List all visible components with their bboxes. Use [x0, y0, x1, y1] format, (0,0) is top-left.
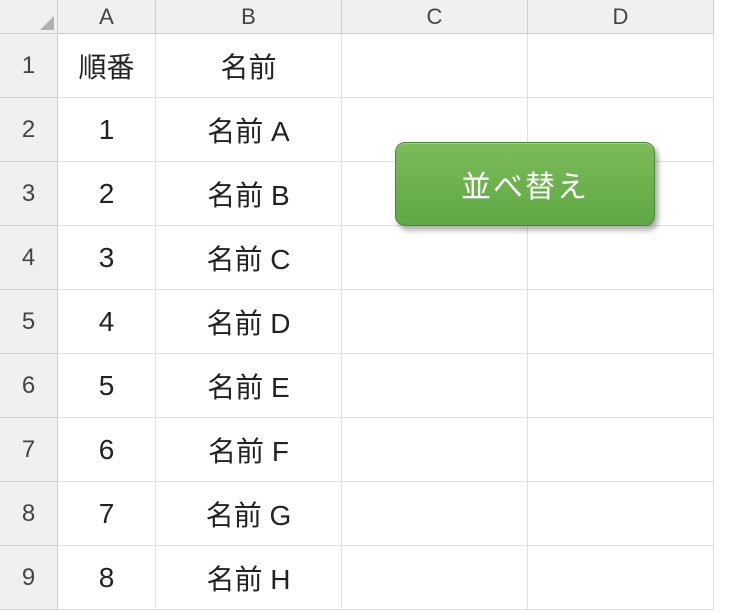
- column-header-d[interactable]: D: [528, 0, 714, 34]
- cell-a7[interactable]: 6: [58, 418, 156, 482]
- row-header-3[interactable]: 3: [0, 162, 58, 226]
- cell-a9[interactable]: 8: [58, 546, 156, 610]
- cell-a5[interactable]: 4: [58, 290, 156, 354]
- cell-b3[interactable]: 名前 B: [156, 162, 342, 226]
- cell-c7[interactable]: [342, 418, 528, 482]
- row-header-5[interactable]: 5: [0, 290, 58, 354]
- cell-a1[interactable]: 順番: [58, 34, 156, 98]
- row-header-2[interactable]: 2: [0, 98, 58, 162]
- cell-a2[interactable]: 1: [58, 98, 156, 162]
- cell-d7[interactable]: [528, 418, 714, 482]
- cell-b1[interactable]: 名前: [156, 34, 342, 98]
- cell-d6[interactable]: [528, 354, 714, 418]
- cell-c9[interactable]: [342, 546, 528, 610]
- column-header-a[interactable]: A: [58, 0, 156, 34]
- cell-a4[interactable]: 3: [58, 226, 156, 290]
- row-header-6[interactable]: 6: [0, 354, 58, 418]
- cell-b8[interactable]: 名前 G: [156, 482, 342, 546]
- row-header-8[interactable]: 8: [0, 482, 58, 546]
- cell-d5[interactable]: [528, 290, 714, 354]
- cell-c1[interactable]: [342, 34, 528, 98]
- cell-d1[interactable]: [528, 34, 714, 98]
- cell-b6[interactable]: 名前 E: [156, 354, 342, 418]
- cell-c5[interactable]: [342, 290, 528, 354]
- cell-d4[interactable]: [528, 226, 714, 290]
- spreadsheet-grid: A B C D 1 順番 名前 2 1 名前 A 3 2 名前 B 4 3 名前…: [0, 0, 743, 610]
- select-all-corner[interactable]: [0, 0, 58, 34]
- cell-d8[interactable]: [528, 482, 714, 546]
- column-header-b[interactable]: B: [156, 0, 342, 34]
- cell-b2[interactable]: 名前 A: [156, 98, 342, 162]
- cell-c6[interactable]: [342, 354, 528, 418]
- cell-b9[interactable]: 名前 H: [156, 546, 342, 610]
- cell-c4[interactable]: [342, 226, 528, 290]
- sort-button[interactable]: 並べ替え: [395, 142, 655, 226]
- cell-a6[interactable]: 5: [58, 354, 156, 418]
- row-header-9[interactable]: 9: [0, 546, 58, 610]
- cell-d9[interactable]: [528, 546, 714, 610]
- cell-a8[interactable]: 7: [58, 482, 156, 546]
- cell-b4[interactable]: 名前 C: [156, 226, 342, 290]
- row-header-7[interactable]: 7: [0, 418, 58, 482]
- cell-a3[interactable]: 2: [58, 162, 156, 226]
- row-header-1[interactable]: 1: [0, 34, 58, 98]
- cell-c8[interactable]: [342, 482, 528, 546]
- cell-b5[interactable]: 名前 D: [156, 290, 342, 354]
- column-header-c[interactable]: C: [342, 0, 528, 34]
- row-header-4[interactable]: 4: [0, 226, 58, 290]
- cell-b7[interactable]: 名前 F: [156, 418, 342, 482]
